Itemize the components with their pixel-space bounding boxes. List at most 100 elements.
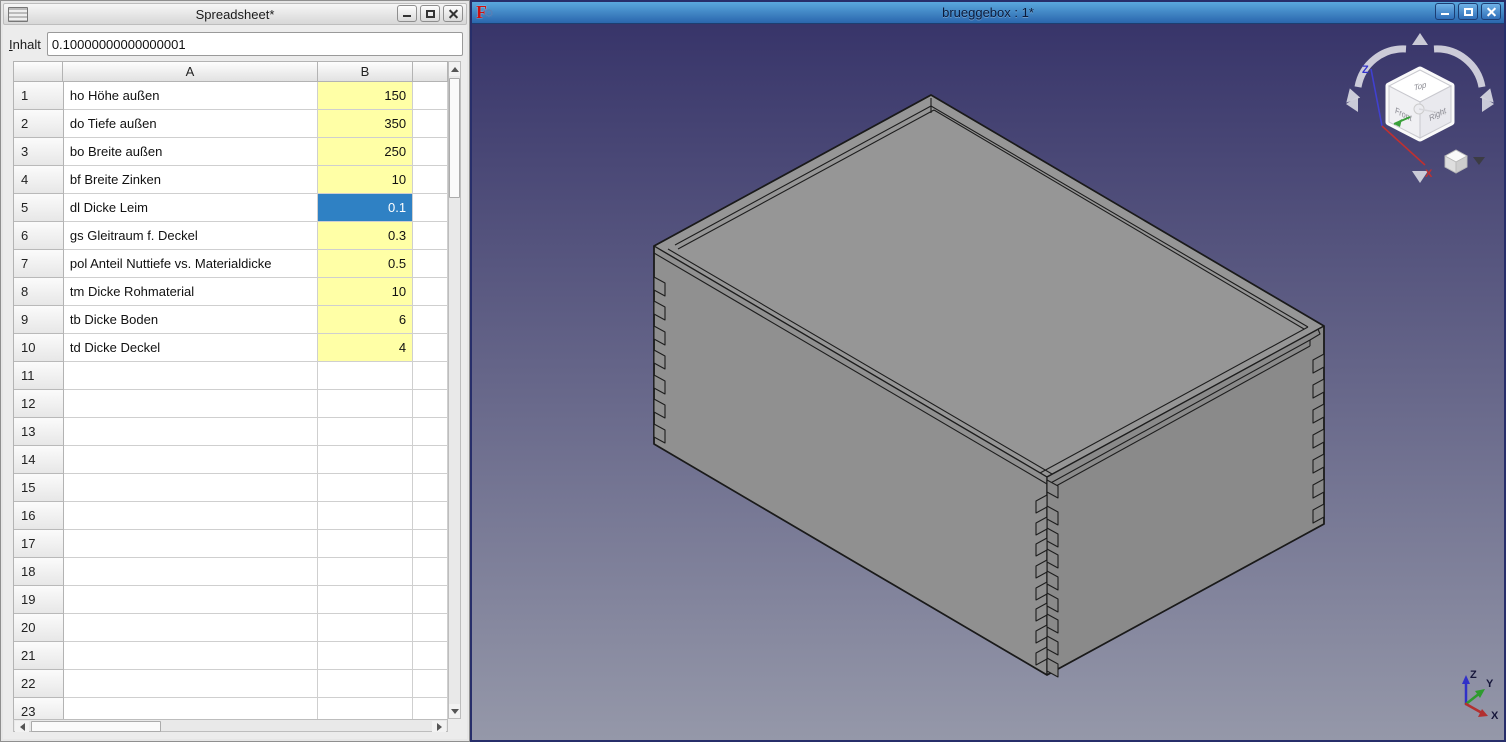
nav-dropdown-arrow[interactable] (1473, 157, 1485, 165)
scroll-left-button[interactable] (15, 721, 29, 732)
cell-c2[interactable] (413, 110, 448, 138)
vertical-scrollbar[interactable] (448, 61, 461, 719)
column-header-c[interactable] (413, 61, 448, 82)
cell-c19[interactable] (413, 586, 448, 614)
cell-b10[interactable]: 4 (318, 334, 413, 362)
row-header[interactable]: 9 (14, 306, 64, 334)
column-header-b[interactable]: B (318, 61, 413, 82)
cell-b2[interactable]: 350 (318, 110, 413, 138)
row-header[interactable]: 6 (14, 222, 64, 250)
3d-viewport[interactable]: Top Front Right Z X (472, 25, 1504, 740)
row-header[interactable]: 17 (14, 530, 64, 558)
cell-a16[interactable] (64, 502, 318, 530)
cell-b21[interactable] (318, 642, 413, 670)
cell-a22[interactable] (64, 670, 318, 698)
vertical-scrollbar-thumb[interactable] (449, 78, 460, 198)
cell-a14[interactable] (64, 446, 318, 474)
cell-a4[interactable]: bf Breite Zinken (64, 166, 318, 194)
cell-b11[interactable] (318, 362, 413, 390)
row-header[interactable]: 4 (14, 166, 64, 194)
row-header[interactable]: 12 (14, 390, 64, 418)
cell-a21[interactable] (64, 642, 318, 670)
scroll-right-button[interactable] (432, 721, 446, 732)
cell-a9[interactable]: tb Dicke Boden (64, 306, 318, 334)
cell-c10[interactable] (413, 334, 448, 362)
cell-c20[interactable] (413, 614, 448, 642)
row-header[interactable]: 3 (14, 138, 64, 166)
row-header[interactable]: 1 (14, 82, 64, 110)
cell-a13[interactable] (64, 418, 318, 446)
cell-b19[interactable] (318, 586, 413, 614)
cell-c9[interactable] (413, 306, 448, 334)
cell-b6[interactable]: 0.3 (318, 222, 413, 250)
cell-a12[interactable] (64, 390, 318, 418)
maximize-button[interactable] (420, 5, 440, 22)
cell-b13[interactable] (318, 418, 413, 446)
row-header[interactable]: 10 (14, 334, 64, 362)
cell-b17[interactable] (318, 530, 413, 558)
cell-c5[interactable] (413, 194, 448, 222)
cell-a23[interactable] (64, 698, 318, 719)
cell-b14[interactable] (318, 446, 413, 474)
cell-a7[interactable]: pol Anteil Nuttiefe vs. Materialdicke (64, 250, 318, 278)
minimize-button[interactable] (1435, 3, 1455, 20)
cell-b16[interactable] (318, 502, 413, 530)
cell-b20[interactable] (318, 614, 413, 642)
row-header[interactable]: 5 (14, 194, 64, 222)
row-header[interactable]: 13 (14, 418, 64, 446)
viewport-titlebar[interactable]: F ⚙ brueggebox : 1* (472, 2, 1504, 24)
close-button[interactable] (443, 5, 463, 22)
cell-c16[interactable] (413, 502, 448, 530)
cell-a6[interactable]: gs Gleitraum f. Deckel (64, 222, 318, 250)
scroll-up-button[interactable] (449, 62, 460, 76)
cell-a5[interactable]: dl Dicke Leim (64, 194, 318, 222)
row-header[interactable]: 2 (14, 110, 64, 138)
cell-b7[interactable]: 0.5 (318, 250, 413, 278)
cell-b23[interactable] (318, 698, 413, 719)
close-button[interactable] (1481, 3, 1501, 20)
cell-c14[interactable] (413, 446, 448, 474)
model-box[interactable] (654, 95, 1324, 677)
cell-b4[interactable]: 10 (318, 166, 413, 194)
cell-b22[interactable] (318, 670, 413, 698)
row-header[interactable]: 21 (14, 642, 64, 670)
horizontal-scrollbar-thumb[interactable] (31, 721, 161, 732)
cell-a1[interactable]: ho Höhe außen (64, 82, 318, 110)
cell-a10[interactable]: td Dicke Deckel (64, 334, 318, 362)
cell-a20[interactable] (64, 614, 318, 642)
row-header[interactable]: 7 (14, 250, 64, 278)
row-header[interactable]: 14 (14, 446, 64, 474)
view-mode-cube-icon[interactable] (1445, 150, 1467, 173)
row-header[interactable]: 11 (14, 362, 64, 390)
cell-a11[interactable] (64, 362, 318, 390)
cell-b18[interactable] (318, 558, 413, 586)
cell-b1[interactable]: 150 (318, 82, 413, 110)
row-header[interactable]: 19 (14, 586, 64, 614)
cell-c1[interactable] (413, 82, 448, 110)
cell-c21[interactable] (413, 642, 448, 670)
cell-c22[interactable] (413, 670, 448, 698)
cell-a15[interactable] (64, 474, 318, 502)
cell-c18[interactable] (413, 558, 448, 586)
corner-header-cell[interactable] (13, 61, 63, 82)
cell-a8[interactable]: tm Dicke Rohmaterial (64, 278, 318, 306)
row-header[interactable]: 8 (14, 278, 64, 306)
cell-a19[interactable] (64, 586, 318, 614)
cell-c12[interactable] (413, 390, 448, 418)
cell-b15[interactable] (318, 474, 413, 502)
cell-a18[interactable] (64, 558, 318, 586)
cell-c4[interactable] (413, 166, 448, 194)
maximize-button[interactable] (1458, 3, 1478, 20)
cell-b12[interactable] (318, 390, 413, 418)
nav-arrow-up[interactable] (1412, 33, 1428, 45)
cell-c7[interactable] (413, 250, 448, 278)
row-header[interactable]: 15 (14, 474, 64, 502)
cell-b5[interactable]: 0.1 (318, 194, 413, 222)
cell-c23[interactable] (413, 698, 448, 719)
navigation-cube[interactable]: Top Front Right Z X (1362, 64, 1451, 180)
cell-b9[interactable]: 6 (318, 306, 413, 334)
minimize-button[interactable] (397, 5, 417, 22)
row-header[interactable]: 20 (14, 614, 64, 642)
cell-a3[interactable]: bo Breite außen (64, 138, 318, 166)
row-header[interactable]: 23 (14, 698, 64, 719)
